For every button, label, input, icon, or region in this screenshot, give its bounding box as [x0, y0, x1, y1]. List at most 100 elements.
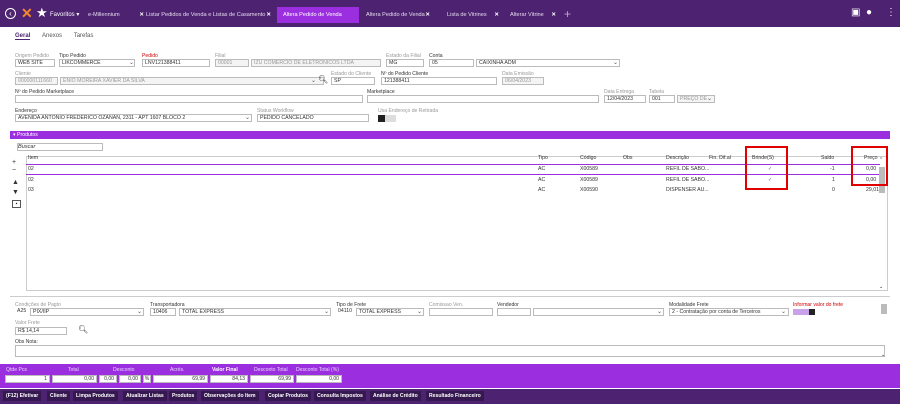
chevron-down-icon[interactable]: ⌄ — [881, 352, 885, 358]
informar-frete-toggle[interactable] — [793, 309, 815, 315]
subtab-tarefas[interactable]: Tarefas — [74, 33, 94, 39]
tab-altera-pedido[interactable]: Altera Pedido de Venda ✕ — [360, 7, 434, 23]
estado-cliente-field[interactable]: SP — [331, 77, 375, 85]
row3-codigo[interactable]: X00590 — [580, 187, 598, 193]
tipo-pedido-select[interactable]: LIKCOMMERCE — [59, 59, 135, 67]
valor-frete-field[interactable]: R$ 14,14 — [15, 327, 67, 335]
produtos-button[interactable]: Produtos — [169, 391, 198, 401]
star-icon[interactable]: ★ — [36, 6, 48, 20]
frete-name-select[interactable]: TOTAL EXPRESS — [356, 308, 424, 316]
estado-filial-field[interactable]: MG — [386, 59, 424, 67]
cliente-code-field[interactable]: 000000111660 — [15, 77, 58, 85]
origem-field[interactable]: WEB SITE — [15, 59, 55, 67]
move-up-icon[interactable]: ▲ — [12, 179, 19, 186]
col-item[interactable]: Item — [28, 155, 38, 161]
favoritos-menu[interactable]: Favoritos ▾ — [50, 11, 79, 18]
consulta-impostos-button[interactable]: Consulta Impostos — [314, 391, 366, 401]
row1-item[interactable]: 02 — [28, 166, 34, 172]
row1-codigo[interactable]: X00589 — [580, 166, 598, 172]
tab-listar-pedidos[interactable]: Listar Pedidos de Venda e Listas de Casa… — [140, 7, 275, 23]
npc-field[interactable]: 121388411 — [381, 77, 497, 85]
desconto-field[interactable]: 0,00 — [99, 375, 117, 383]
col-descricao[interactable]: Descrição — [666, 155, 689, 161]
desc-total-pct-field[interactable]: 0,00 — [296, 375, 342, 383]
data-entrega-field[interactable]: 12/04/2023 — [604, 95, 646, 103]
atualizar-listas-button[interactable]: Atualizar Listas — [123, 391, 167, 401]
copiar-produtos-button[interactable]: Copiar Produtos — [265, 391, 311, 401]
pedido-field[interactable]: LNV121388411 — [142, 59, 210, 67]
filial-code-field[interactable]: 00001 — [215, 59, 249, 67]
col-obs[interactable]: Obs — [623, 155, 633, 161]
add-tab-icon[interactable]: + — [564, 7, 571, 21]
row1-tipo[interactable]: AC — [538, 166, 545, 172]
more-menu-icon[interactable]: ⋮ — [886, 7, 896, 19]
resultado-financeiro-button[interactable]: Resultado Financeiro — [426, 391, 484, 401]
close-icon[interactable]: ✕ — [494, 7, 499, 23]
filial-name-field[interactable]: IZU COMERCIO DE ELETRONICOS LTDA — [251, 59, 381, 67]
subtab-geral[interactable]: Geral — [15, 33, 31, 40]
marketplace-pedido-field[interactable] — [15, 95, 363, 103]
row1-saldo[interactable]: -1 — [830, 166, 835, 172]
row2-tipo[interactable]: AC — [538, 177, 545, 183]
retirada-toggle[interactable] — [378, 115, 396, 122]
col-tipo[interactable]: Tipo — [538, 155, 548, 161]
tab-lista-vitrines[interactable]: Lista de Vitrines ✕ — [441, 7, 503, 23]
cliente-button[interactable]: Cliente — [47, 391, 70, 401]
notification-icon[interactable]: ▣ — [851, 7, 860, 19]
cond-name-select[interactable]: PIX/IIP — [30, 308, 144, 316]
observacoes-button[interactable]: Observações do Item — [201, 391, 259, 401]
chevron-down-icon[interactable]: ⌄ — [879, 284, 883, 290]
percent-icon[interactable]: % — [143, 375, 151, 383]
grid-options-icon[interactable]: ▪ — [12, 200, 21, 208]
close-icon[interactable]: ✕ — [266, 7, 271, 23]
vendedor-code-field[interactable] — [497, 308, 531, 316]
limpa-produtos-button[interactable]: Limpa Produtos — [73, 391, 118, 401]
tab-altera-pedido-active[interactable]: Altera Pedido de Venda — [277, 7, 359, 23]
scroll-thumb[interactable] — [881, 304, 887, 314]
subtab-anexos[interactable]: Anexos — [42, 33, 62, 39]
analise-credito-button[interactable]: Análise de Crédito — [370, 391, 421, 401]
col-codigo[interactable]: Código — [580, 155, 596, 161]
row2-item[interactable]: 02 — [28, 177, 34, 183]
qtde-field[interactable]: 1 — [5, 375, 50, 383]
total-field[interactable]: 0,00 — [52, 375, 97, 383]
conta-name-select[interactable]: CAIXINHA ADM — [476, 59, 620, 67]
status-field[interactable]: PEDIDO CANCELADO — [257, 114, 369, 122]
tab-emillennium[interactable]: e-Millennium ✕ — [82, 7, 148, 23]
row2-saldo[interactable]: 1 — [832, 177, 835, 183]
efetivar-button[interactable]: (F12) Efetivar — [3, 391, 42, 401]
data-emissao-field[interactable]: 06/04/2023 — [502, 77, 544, 85]
row3-item[interactable]: 03 — [28, 187, 34, 193]
back-icon[interactable]: ‹ — [5, 8, 16, 19]
desconto-pct-field[interactable]: 0,00 — [119, 375, 141, 383]
bottom-scrollbar[interactable]: ⌄ — [880, 303, 888, 358]
row3-saldo[interactable]: 0 — [832, 187, 835, 193]
transp-code-field[interactable]: 10406 — [150, 308, 176, 316]
marketplace-field[interactable] — [367, 95, 599, 103]
cond-code-field[interactable]: A25 — [15, 308, 29, 316]
transp-name-select[interactable]: TOTAL EXPRESS — [179, 308, 331, 316]
cliente-name-select[interactable]: ENIO MOREIRA XAVIER DA SILVA — [60, 77, 324, 85]
valor-final-field[interactable]: 84,13 — [210, 375, 248, 383]
row1-descricao[interactable]: REFIL DE SABO... — [666, 166, 709, 172]
endereco-select[interactable]: AVENIDA ANTÔNIO FREDERICO OZANAN, 2311 -… — [15, 114, 252, 122]
close-icon[interactable]: ✕ — [425, 7, 430, 23]
col-fin-dif-al[interactable]: Fin. Dif.al — [709, 155, 731, 161]
search-icon[interactable]: 🔍︎ — [318, 75, 328, 84]
add-row-icon[interactable]: + — [12, 159, 16, 166]
chat-icon[interactable]: ● — [866, 7, 872, 19]
move-down-icon[interactable]: ▼ — [12, 189, 19, 196]
obs-nota-textarea[interactable] — [15, 345, 885, 357]
row3-tipo[interactable]: AC — [538, 187, 545, 193]
desc-total-field[interactable]: 69,99 — [250, 375, 294, 383]
remove-row-icon[interactable]: − — [12, 167, 16, 174]
col-saldo[interactable]: Saldo — [821, 155, 834, 161]
close-icon[interactable]: ✕ — [551, 7, 556, 23]
row2-codigo[interactable]: X00589 — [580, 177, 598, 183]
frete-code-field[interactable]: 04110 — [336, 308, 354, 316]
tab-alterar-vitrine[interactable]: Alterar Vitrine ✕ — [504, 7, 560, 23]
acres-field[interactable]: 69,99 — [153, 375, 208, 383]
conta-code-field[interactable]: 05 — [429, 59, 474, 67]
buscar-input[interactable] — [17, 143, 103, 151]
row2-descricao[interactable]: REFIL DE SABO... — [666, 177, 709, 183]
